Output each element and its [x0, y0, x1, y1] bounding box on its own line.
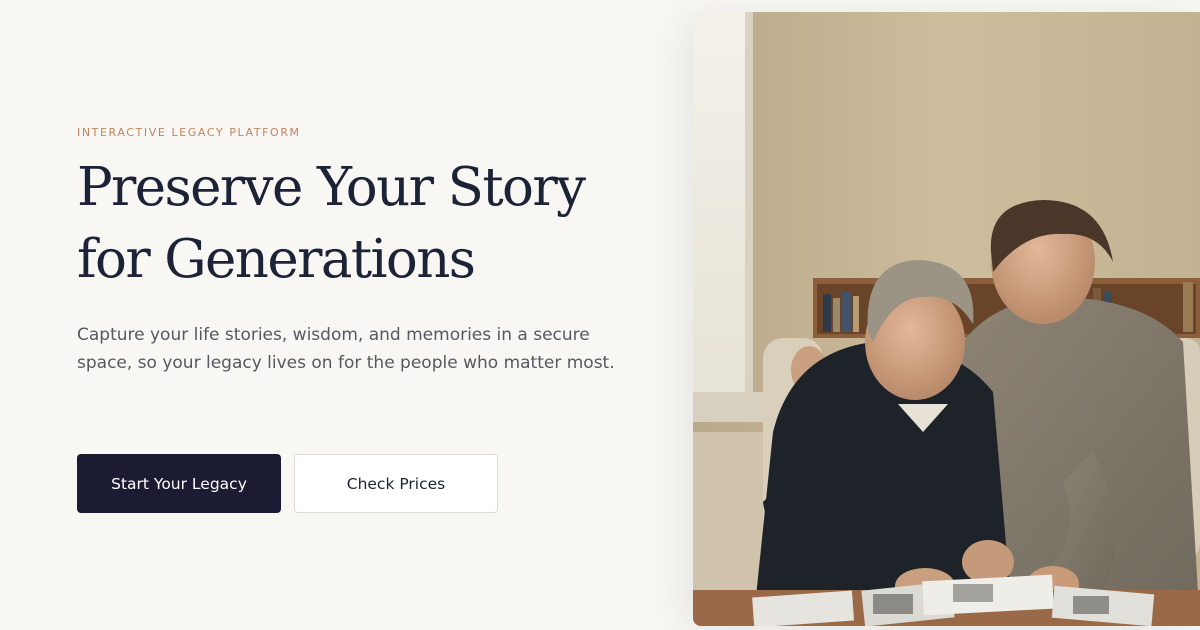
eyebrow-label: INTERACTIVE LEGACY PLATFORM: [77, 126, 301, 139]
hero-photo: [693, 12, 1200, 626]
check-prices-button[interactable]: Check Prices: [294, 454, 498, 513]
start-legacy-button[interactable]: Start Your Legacy: [77, 454, 281, 513]
window: [693, 12, 749, 412]
hero-subcopy: Capture your life stories, wisdom, and m…: [77, 325, 615, 373]
hero-content: INTERACTIVE LEGACY PLATFORM Preserve You…: [77, 0, 637, 630]
hero-photo-illustration: [693, 12, 1200, 626]
hero-headline: Preserve Your Story for Generations: [77, 157, 586, 290]
